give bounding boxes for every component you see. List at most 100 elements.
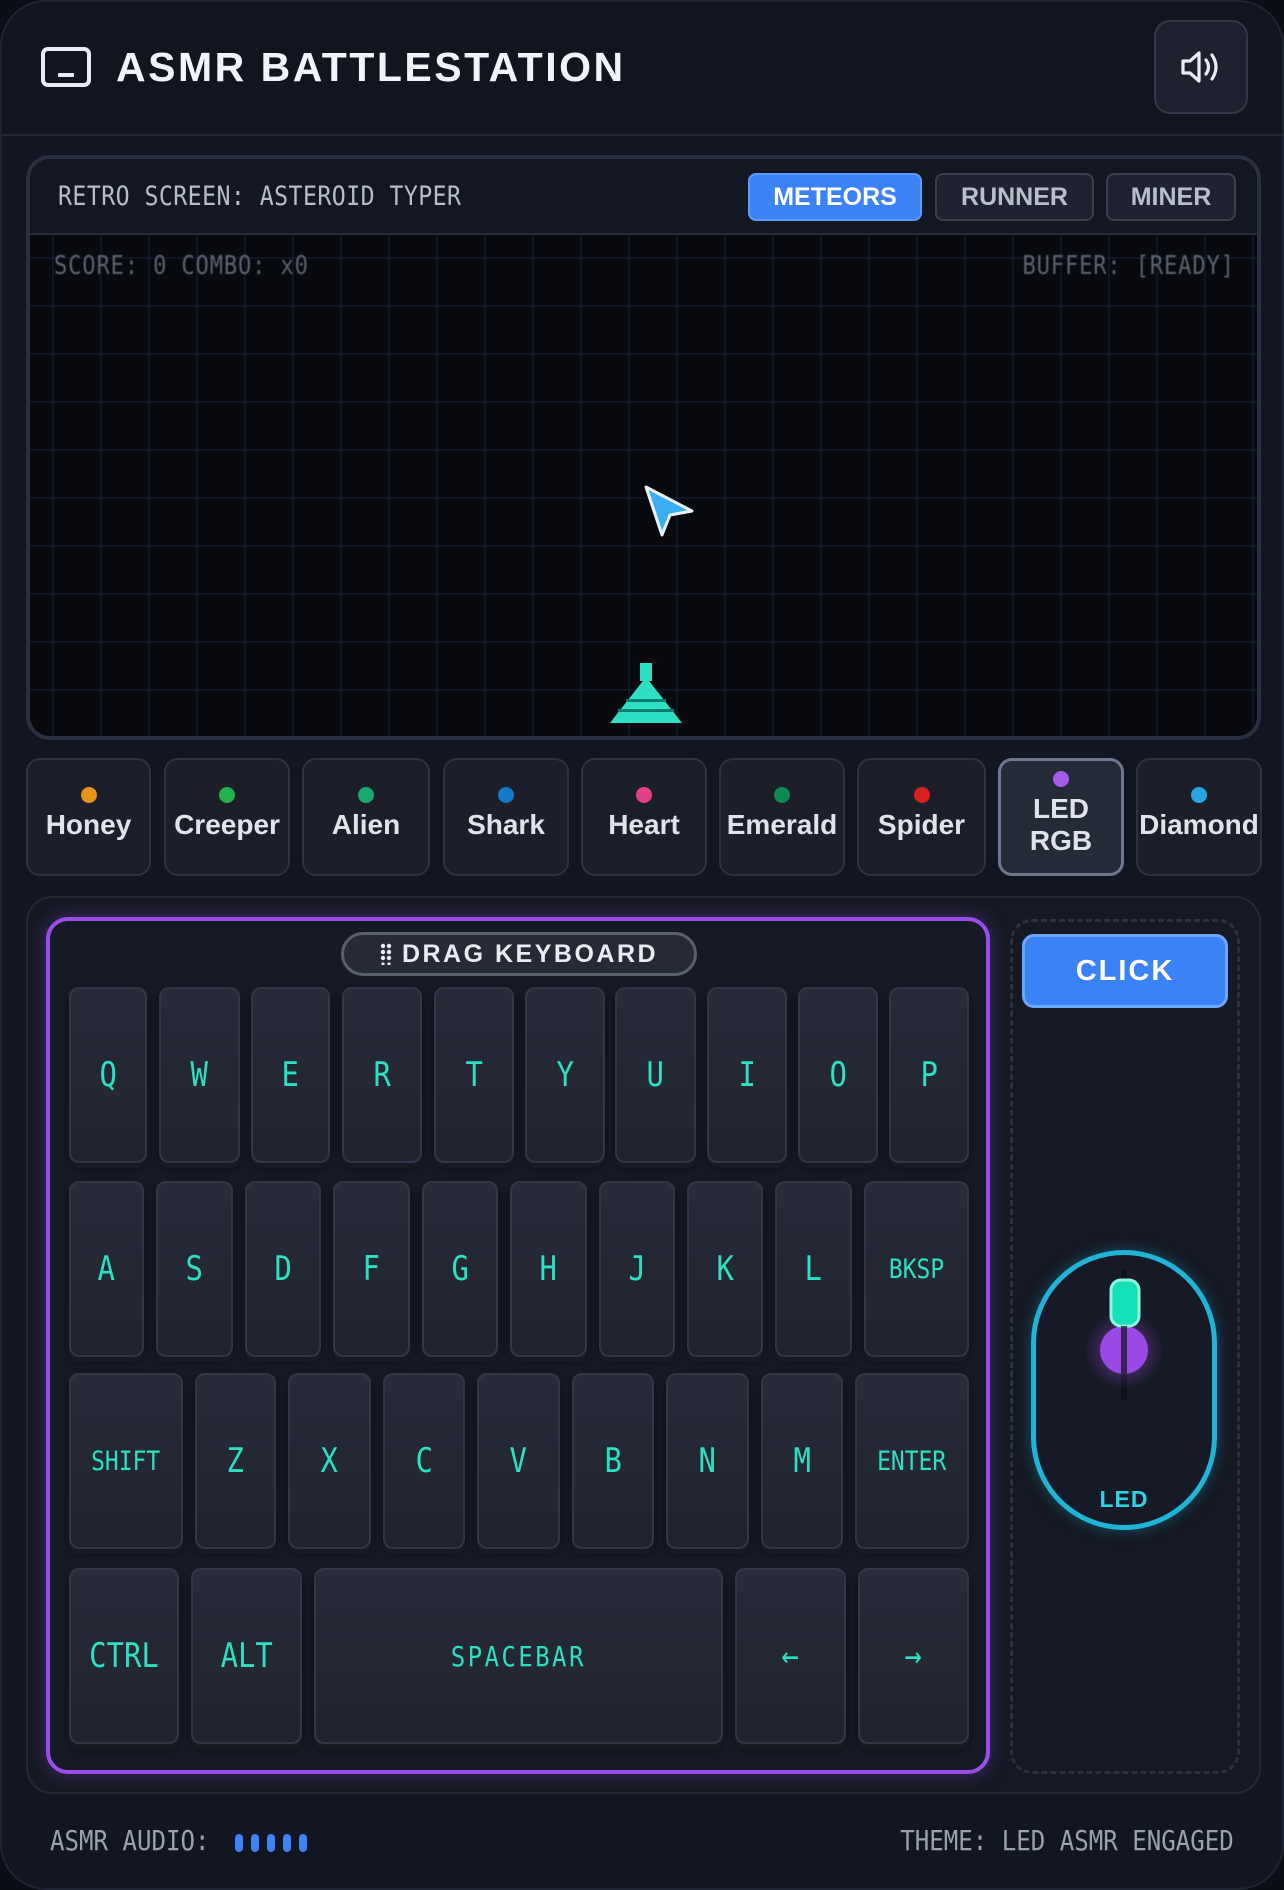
key-backspace[interactable]: BKSP: [864, 1181, 969, 1357]
key-legend: A: [97, 1249, 116, 1289]
score-readout: SCORE: 0 COMBO: x0: [54, 251, 309, 281]
screen-toolbar: RETRO SCREEN: ASTEROID TYPER METEORS RUN…: [30, 159, 1257, 235]
theme-status-label: THEME: LED ASMR ENGAGED: [900, 1824, 1234, 1857]
skin-label-line-1: LED: [1032, 793, 1089, 824]
key-b[interactable]: B: [572, 1373, 654, 1549]
skin-led-rgb-button[interactable]: LED RGB: [998, 758, 1124, 876]
key-spacebar[interactable]: SPACEBAR: [314, 1568, 723, 1744]
skin-label-line-2: RGB: [1029, 825, 1093, 856]
audio-level-bar: [283, 1834, 291, 1852]
key-legend: X: [320, 1441, 339, 1481]
key-a[interactable]: A: [69, 1181, 144, 1357]
key-s[interactable]: S: [156, 1181, 233, 1357]
key-legend: CTRL: [89, 1636, 159, 1676]
skin-label: Creeper: [174, 809, 280, 840]
key-y[interactable]: Y: [525, 987, 605, 1163]
key-enter[interactable]: ENTER: [855, 1373, 969, 1549]
key-legend: J: [628, 1249, 646, 1289]
skin-alien-button[interactable]: Alien: [302, 758, 430, 876]
key-m[interactable]: M: [761, 1373, 843, 1549]
skin-label: Emerald: [726, 809, 838, 840]
key-legend: P: [920, 1055, 938, 1095]
key-alt[interactable]: ALT: [191, 1568, 302, 1744]
key-x[interactable]: X: [288, 1373, 371, 1549]
mode-runner-button[interactable]: RUNNER: [935, 173, 1094, 221]
key-legend: Y: [556, 1055, 574, 1095]
skin-heart-button[interactable]: Heart: [581, 758, 707, 876]
key-legend: N: [698, 1441, 717, 1481]
key-k[interactable]: K: [687, 1181, 763, 1357]
key-g[interactable]: G: [422, 1181, 498, 1357]
key-legend: I: [738, 1055, 756, 1095]
key-ctrl[interactable]: CTRL: [69, 1568, 179, 1744]
key-r[interactable]: R: [342, 987, 422, 1163]
key-j[interactable]: J: [599, 1181, 675, 1357]
buffer-readout: BUFFER: [READY]: [1022, 251, 1235, 281]
key-arrow-right[interactable]: →: [858, 1568, 969, 1744]
skin-emerald-button[interactable]: Emerald: [719, 758, 845, 876]
key-legend: O: [829, 1055, 847, 1095]
skin-color-dot: [219, 787, 235, 803]
key-o[interactable]: O: [798, 987, 878, 1163]
skin-honey-button[interactable]: Honey: [26, 758, 151, 876]
skin-color-dot: [774, 787, 790, 803]
key-legend: K: [716, 1249, 734, 1289]
skin-label: Shark: [467, 809, 545, 840]
key-legend: L: [804, 1249, 823, 1289]
skin-label: LED RGB: [1030, 793, 1092, 857]
retro-screen: RETRO SCREEN: ASTEROID TYPER METEORS RUN…: [26, 155, 1261, 740]
key-u[interactable]: U: [615, 987, 696, 1163]
key-t[interactable]: T: [434, 987, 514, 1163]
key-legend: W: [190, 1055, 209, 1095]
key-n[interactable]: N: [666, 1373, 749, 1549]
key-legend: T: [465, 1055, 483, 1095]
skin-label: Heart: [608, 809, 680, 840]
key-p[interactable]: P: [889, 987, 969, 1163]
key-legend: R: [373, 1055, 391, 1095]
key-legend: SHIFT: [91, 1445, 161, 1477]
mode-miner-button[interactable]: MINER: [1106, 173, 1236, 221]
drag-keyboard-handle[interactable]: DRAG KEYBOARD: [341, 932, 697, 976]
game-canvas[interactable]: SCORE: 0 COMBO: x0 BUFFER: [READY]: [30, 235, 1257, 736]
key-l[interactable]: L: [775, 1181, 852, 1357]
skin-color-dot: [636, 787, 652, 803]
key-c[interactable]: C: [383, 1373, 465, 1549]
drag-keyboard-label: DRAG KEYBOARD: [401, 939, 659, 968]
key-i[interactable]: I: [707, 987, 787, 1163]
skin-color-dot: [498, 787, 514, 803]
key-f[interactable]: F: [333, 1181, 410, 1357]
key-v[interactable]: V: [477, 1373, 560, 1549]
mouse-led-label: LED: [1099, 1486, 1149, 1512]
volume-icon: [1181, 51, 1218, 83]
skin-creeper-button[interactable]: Creeper: [164, 758, 290, 876]
drag-grip-icon: [380, 943, 392, 965]
click-button[interactable]: CLICK: [1022, 934, 1228, 1008]
key-arrow-left[interactable]: ←: [735, 1568, 846, 1744]
skin-label: Alien: [331, 809, 401, 840]
sound-toggle-button[interactable]: [1154, 20, 1248, 114]
key-h[interactable]: H: [510, 1181, 587, 1357]
skin-color-dot: [1191, 787, 1207, 803]
app-window: ASMR BATTLESTATION RETRO SCREEN: ASTEROI…: [0, 0, 1284, 1890]
key-legend: C: [415, 1441, 433, 1481]
skin-color-dot: [913, 787, 930, 803]
key-e[interactable]: E: [251, 987, 330, 1163]
key-legend: BKSP: [888, 1253, 945, 1285]
key-w[interactable]: W: [159, 987, 240, 1163]
key-legend: S: [185, 1249, 204, 1289]
key-legend: Z: [226, 1441, 245, 1481]
player-ship-icon: [610, 663, 682, 723]
mode-meteors-button[interactable]: METEORS: [748, 173, 922, 221]
skin-label: Spider: [877, 809, 966, 840]
skin-spider-button[interactable]: Spider: [857, 758, 986, 876]
key-legend: M: [793, 1441, 811, 1481]
skin-diamond-button[interactable]: Diamond: [1136, 758, 1262, 876]
key-legend: H: [539, 1249, 558, 1289]
key-q[interactable]: Q: [69, 987, 147, 1163]
audio-level-bar: [251, 1834, 259, 1852]
key-shift[interactable]: SHIFT: [69, 1373, 183, 1549]
key-d[interactable]: D: [245, 1181, 321, 1357]
key-z[interactable]: Z: [195, 1373, 276, 1549]
key-legend: Q: [99, 1055, 117, 1095]
skin-shark-button[interactable]: Shark: [443, 758, 569, 876]
